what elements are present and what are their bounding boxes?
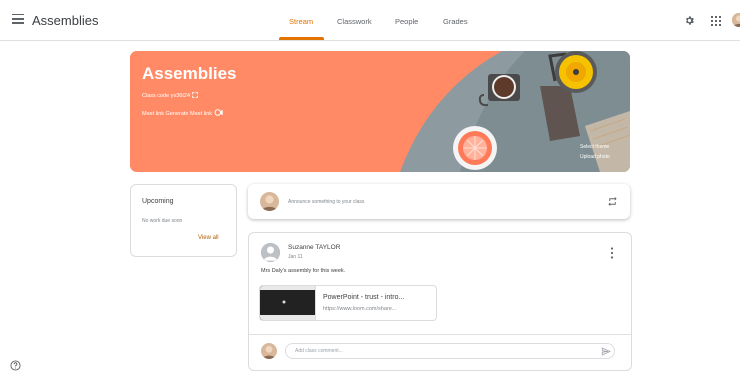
top-bar: Assemblies Stream Classwork People Grade…	[0, 0, 740, 41]
class-code-label: Class code	[142, 93, 170, 99]
announce-placeholder[interactable]: Announce something to your class	[288, 199, 364, 205]
author-avatar	[261, 243, 280, 262]
video-icon[interactable]	[214, 109, 223, 116]
help-icon[interactable]	[10, 360, 21, 371]
gear-icon[interactable]	[684, 15, 695, 26]
upcoming-card: Upcoming No work due soon View all	[130, 184, 237, 257]
divider	[249, 334, 631, 335]
tab-people[interactable]: People	[395, 17, 418, 26]
apps-icon[interactable]	[711, 16, 721, 26]
meet-link-label: Meet link	[142, 111, 165, 117]
tab-classwork[interactable]: Classwork	[337, 17, 372, 26]
fullscreen-icon[interactable]	[191, 92, 198, 98]
user-avatar	[260, 192, 279, 211]
upcoming-title: Upcoming	[142, 198, 174, 205]
post-author: Suzanne TAYLOR	[288, 244, 341, 251]
class-title[interactable]: Assemblies	[32, 13, 98, 28]
tab-grades[interactable]: Grades	[443, 17, 468, 26]
tab-stream[interactable]: Stream	[289, 17, 313, 26]
attachment-url: https://www.loom.com/share...	[323, 306, 397, 312]
class-code: Class code yv36t24	[142, 92, 198, 99]
class-comment-input[interactable]	[285, 343, 615, 359]
class-banner: Assemblies Class code yv36t24 Meet link …	[130, 51, 630, 172]
generate-meet-link-button[interactable]: Generate Meet link	[166, 111, 212, 117]
commenter-avatar	[261, 343, 277, 359]
avatar[interactable]	[732, 13, 740, 27]
attachment-thumbnail	[260, 286, 316, 320]
stream-post: Suzanne TAYLOR Jan 11 Mrs Daly's assembl…	[248, 232, 632, 371]
class-code-value: yv36t24	[170, 93, 191, 99]
attachment-card[interactable]: PowerPoint - trust - intro... https://ww…	[259, 285, 437, 321]
post-date: Jan 11	[288, 254, 303, 260]
view-all-link[interactable]: View all	[198, 235, 219, 241]
active-tab-indicator	[279, 37, 324, 40]
menu-icon[interactable]	[12, 14, 24, 24]
upload-photo-button[interactable]: Upload photo	[580, 154, 610, 160]
send-icon[interactable]	[601, 347, 611, 356]
post-text: Mrs Daly's assembly for this week.	[261, 268, 346, 274]
announce-box[interactable]: Announce something to your class	[248, 184, 630, 219]
attachment-title[interactable]: PowerPoint - trust - intro...	[323, 294, 404, 301]
upcoming-empty-text: No work due soon	[142, 218, 183, 224]
select-theme-button[interactable]: Select theme	[580, 144, 609, 150]
repost-icon[interactable]	[607, 196, 618, 207]
meet-link: Meet link Generate Meet link	[142, 109, 223, 117]
more-vert-icon[interactable]	[610, 247, 614, 259]
banner-class-name: Assemblies	[142, 64, 237, 83]
